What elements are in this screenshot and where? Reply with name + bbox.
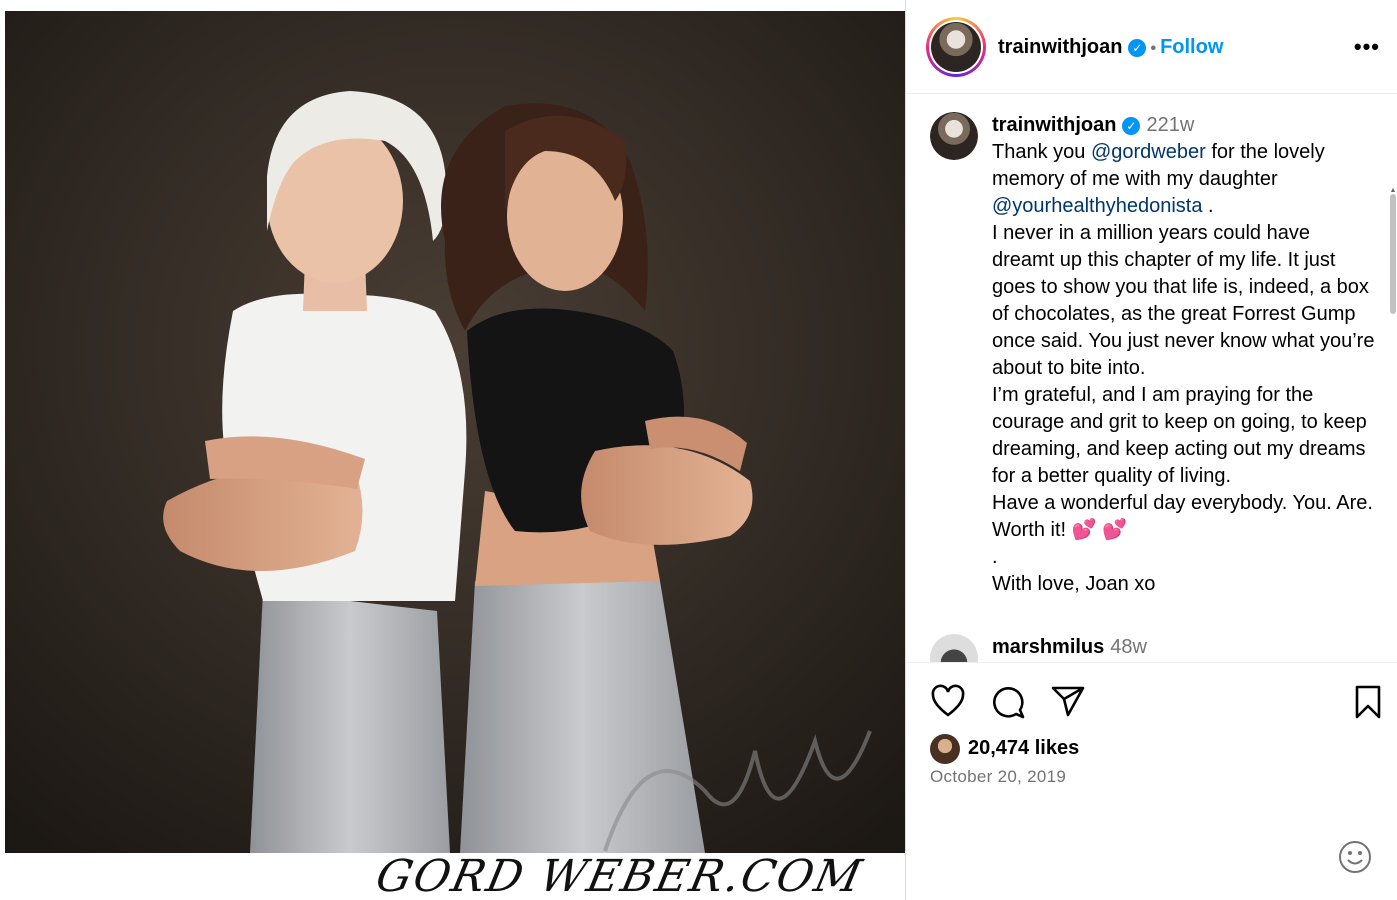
verified-badge-icon: ✓: [1122, 117, 1141, 135]
comment-icon[interactable]: [990, 684, 1026, 720]
post-image[interactable]: GORD WEBER.COM: [5, 11, 905, 900]
likes-count[interactable]: 20,474 likes: [968, 737, 1079, 760]
caption-text: Thank you @gordweber for the lovely memo…: [992, 139, 1376, 598]
caption-paragraph: Have a wonderful day everybody. You. Are…: [992, 492, 1373, 541]
share-icon[interactable]: [1050, 684, 1086, 720]
caption-paragraph: .: [992, 546, 998, 568]
separator-dot: •: [1150, 40, 1157, 57]
author-avatar[interactable]: [931, 22, 981, 72]
author-username[interactable]: trainwithjoan: [998, 36, 1122, 58]
post-header: trainwithjoan ✓ • Follow •••: [906, 0, 1397, 94]
follow-button[interactable]: Follow: [1160, 36, 1223, 58]
post-date[interactable]: October 20, 2019: [930, 767, 1066, 787]
caption-paragraph: With love, Joan xo: [992, 573, 1156, 595]
comments-section[interactable]: trainwithjoan ✓ 221w Thank you @gordweber …: [906, 94, 1397, 663]
comments-scrollbar[interactable]: [1390, 194, 1396, 314]
caption-avatar[interactable]: [930, 112, 978, 160]
commenter-username[interactable]: marshmilus: [992, 636, 1104, 658]
bookmark-icon[interactable]: [1350, 684, 1386, 720]
story-ring[interactable]: [926, 17, 986, 77]
action-bar: [906, 670, 1397, 734]
verified-badge-icon: ✓: [1128, 39, 1147, 57]
caption-time[interactable]: 221w: [1146, 114, 1194, 136]
more-options-icon[interactable]: •••: [1354, 34, 1380, 60]
instagram-post-view: GORD WEBER.COM trainwithjoan ✓ • Follow •••…: [0, 0, 1397, 900]
post-details-panel: trainwithjoan ✓ • Follow ••• trainwithjoan ✓…: [905, 0, 1397, 900]
photo-watermark: GORD WEBER.COM: [371, 851, 868, 900]
liker-avatar[interactable]: [930, 734, 960, 764]
heart-icon[interactable]: [930, 684, 966, 720]
comment-time[interactable]: 48w: [1110, 636, 1147, 658]
watermark-signature: [603, 730, 872, 852]
commenter-avatar[interactable]: [930, 634, 978, 662]
emoji-smile-icon[interactable]: [1338, 840, 1372, 874]
caption-username[interactable]: trainwithjoan: [992, 114, 1116, 136]
mention-link[interactable]: @gordweber: [1091, 141, 1206, 163]
caption-paragraph: I’m grateful, and I am praying for the c…: [992, 384, 1367, 487]
caption-paragraph: I never in a million years could have dr…: [992, 222, 1375, 379]
mention-link[interactable]: @yourhealthyhedonista: [992, 195, 1202, 217]
